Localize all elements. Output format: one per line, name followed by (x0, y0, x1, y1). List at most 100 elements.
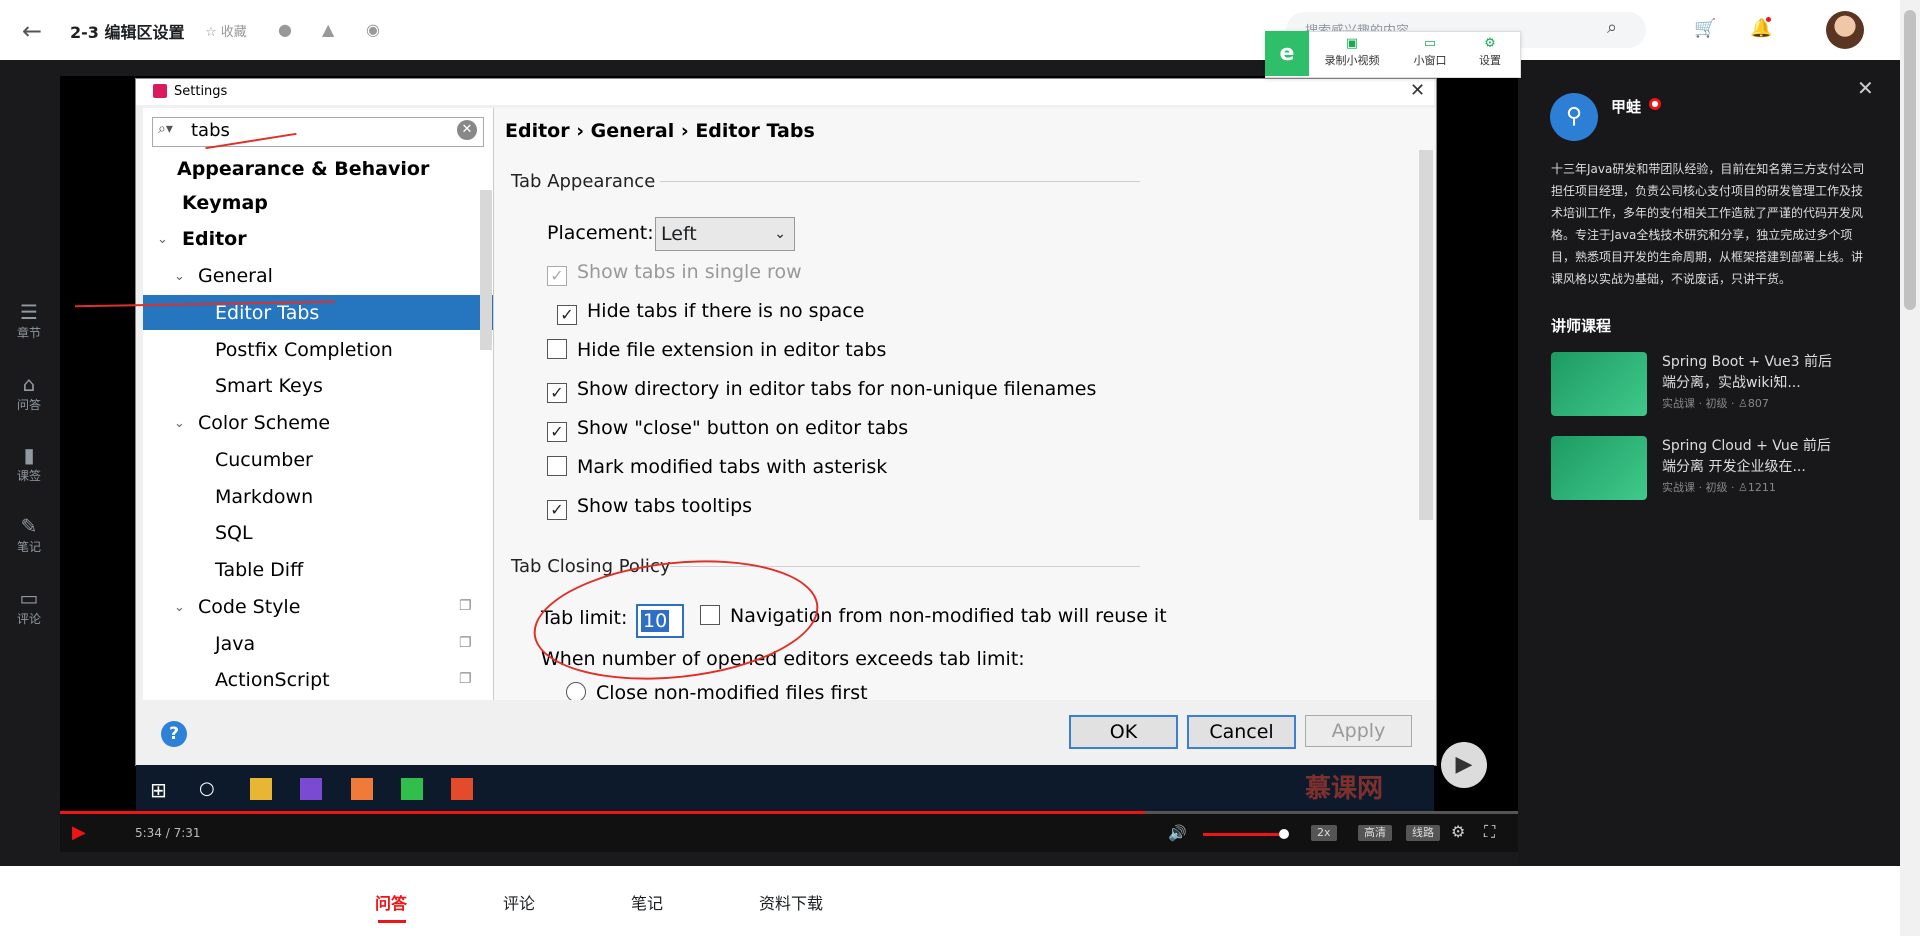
tab-downloads[interactable]: 资料下载 (759, 890, 823, 914)
checkbox-unchecked[interactable] (547, 339, 567, 359)
play-icon[interactable]: ▶ (72, 822, 86, 843)
back-arrow-icon[interactable]: ← (22, 17, 42, 45)
mini-window-button[interactable]: ▭ 小窗口 (1408, 36, 1452, 68)
tab-qa[interactable]: 问答 (375, 890, 407, 914)
nav-lessons-label: 课签 (16, 469, 41, 483)
checkbox-checked[interactable]: ✓ (547, 500, 567, 520)
nav-notes[interactable]: ✎ 笔记 (14, 514, 44, 555)
chevron-down-icon[interactable]: ⌄ (174, 416, 185, 431)
tree-item-cucumber[interactable]: Cucumber (215, 449, 313, 471)
option-close-button[interactable]: ✓ Show "close" button on editor tabs (547, 417, 908, 442)
course-title[interactable]: Spring Cloud + Vue 前后端分离 开发企业级在... (1662, 436, 1832, 478)
gear-icon[interactable]: ⚙ (1451, 822, 1465, 841)
search-circle-icon[interactable]: ○ (199, 778, 221, 800)
copy-icon: ❐ (459, 598, 472, 614)
checkbox-checked[interactable]: ✓ (547, 422, 567, 442)
placement-select[interactable]: Left ⌄ (655, 217, 795, 251)
favorite-button[interactable]: ☆ 收藏 (205, 21, 247, 40)
weibo-icon[interactable]: ◉ (366, 20, 380, 39)
course-thumbnail[interactable] (1551, 352, 1647, 416)
option-asterisk[interactable]: Mark modified tabs with asterisk (547, 456, 887, 478)
chevron-down-icon[interactable]: ⌄ (174, 600, 185, 615)
course-meta: 实战课 · 初级 · ♙807 (1662, 397, 1769, 410)
intellij-taskbar-icon[interactable] (300, 778, 322, 800)
tree-item-smart-keys[interactable]: Smart Keys (215, 375, 323, 397)
close-icon[interactable]: ✕ (1410, 80, 1425, 101)
record-video-button[interactable]: ▣ 录制小视频 (1320, 36, 1384, 68)
lesson-title: 2-3 编辑区设置 (70, 23, 185, 42)
time-display: 5:34 / 7:31 (135, 826, 201, 840)
tree-item-actionscript[interactable]: ActionScript (215, 669, 330, 691)
search-icon[interactable]: ⌕ (1607, 17, 1617, 38)
copy-icon: ❐ (459, 635, 472, 651)
tree-item-keymap[interactable]: Keymap (182, 192, 268, 214)
fullscreen-icon[interactable]: ⛶ (1484, 822, 1495, 842)
windows-start-icon[interactable]: ⊞ (150, 778, 172, 802)
record-video-label: 录制小视频 (1324, 54, 1380, 67)
nav-chapters[interactable]: ☰ 章节 (14, 300, 44, 341)
option-hide-no-space[interactable]: ✓ Hide tabs if there is no space (557, 300, 864, 325)
tab-comments[interactable]: 评论 (503, 890, 535, 914)
recorder-settings-button[interactable]: ⚙ 设置 (1470, 36, 1510, 68)
nav-comments[interactable]: ▭ 评论 (14, 586, 44, 627)
app-icon[interactable] (451, 778, 473, 800)
tree-item-java[interactable]: Java (215, 633, 255, 655)
speed-button[interactable]: 2x (1311, 825, 1337, 841)
volume-icon[interactable]: 🔊 (1168, 824, 1187, 842)
option-tooltips[interactable]: ✓ Show tabs tooltips (547, 495, 752, 520)
star-icon: ☆ (205, 25, 217, 40)
help-icon[interactable]: ? (161, 721, 187, 747)
qq-icon[interactable]: ▲ (322, 20, 334, 39)
dialog-title-bar (136, 79, 1434, 105)
tree-item-table-diff[interactable]: Table Diff (215, 559, 303, 581)
tree-item-code-style[interactable]: Code Style (198, 596, 300, 618)
tree-item-editor-tabs[interactable]: Editor Tabs (215, 302, 319, 324)
tree-item-editor[interactable]: Editor (182, 228, 247, 250)
chevron-down-icon[interactable]: ⌄ (157, 232, 168, 247)
powerpoint-icon[interactable] (351, 778, 373, 800)
option-hide-extension[interactable]: Hide file extension in editor tabs (547, 339, 886, 361)
ok-button[interactable]: OK (1069, 715, 1178, 749)
teacher-avatar[interactable]: ⚲ (1550, 93, 1598, 141)
course-thumbnail[interactable] (1551, 436, 1647, 500)
tree-item-postfix[interactable]: Postfix Completion (215, 339, 393, 361)
folder-icon[interactable] (250, 778, 272, 800)
cancel-button[interactable]: Cancel (1187, 715, 1296, 749)
volume-slider[interactable] (1203, 833, 1283, 836)
clear-icon[interactable]: ✕ (457, 120, 477, 140)
tree-item-markdown[interactable]: Markdown (215, 486, 313, 508)
course-title[interactable]: Spring Boot + Vue3 前后端分离，实战wiki知... (1662, 352, 1832, 394)
page-scrollbar-thumb[interactable] (1904, 10, 1916, 310)
tree-scrollbar[interactable] (480, 190, 492, 350)
tree-item-color-scheme[interactable]: Color Scheme (198, 412, 330, 434)
tree-item-general[interactable]: General (198, 265, 273, 287)
tab-notes[interactable]: 笔记 (631, 890, 663, 914)
tree-item-sql[interactable]: SQL (215, 522, 253, 544)
option-show-directory[interactable]: ✓ Show directory in editor tabs for non-u… (547, 378, 1096, 403)
cart-icon[interactable]: 🛒 (1694, 18, 1716, 39)
search-icon: ⌕▾ (158, 121, 173, 137)
apply-button[interactable]: Apply (1305, 715, 1412, 747)
nav-lessons[interactable]: ▮ 课签 (14, 443, 44, 484)
checkbox-unchecked[interactable] (547, 456, 567, 476)
content-scrollbar[interactable] (1419, 150, 1433, 520)
wechat-icon[interactable]: ● (278, 20, 292, 39)
user-avatar[interactable] (1826, 11, 1864, 49)
tree-item-appearance[interactable]: Appearance & Behavior (177, 158, 429, 180)
windows-taskbar (136, 765, 1434, 815)
app-icon[interactable] (401, 778, 423, 800)
quality-button[interactable]: 高清 (1358, 825, 1392, 841)
nav-qa[interactable]: ⌂ 问答 (14, 372, 44, 413)
active-tab-underline (378, 920, 406, 923)
chevron-down-icon[interactable]: ⌄ (174, 269, 185, 284)
video-icon: ▣ (1345, 36, 1359, 51)
close-icon[interactable]: ✕ (1857, 76, 1874, 100)
radio-button[interactable] (566, 682, 586, 702)
teacher-name[interactable]: 甲蛙 (1611, 96, 1641, 117)
checkbox-checked[interactable]: ✓ (547, 383, 567, 403)
gear-icon: ⚙ (1484, 36, 1496, 51)
play-icon[interactable]: ▶ (1441, 742, 1487, 788)
checkbox-checked[interactable]: ✓ (557, 305, 577, 325)
volume-knob[interactable] (1279, 829, 1289, 839)
line-button[interactable]: 线路 (1406, 825, 1440, 841)
